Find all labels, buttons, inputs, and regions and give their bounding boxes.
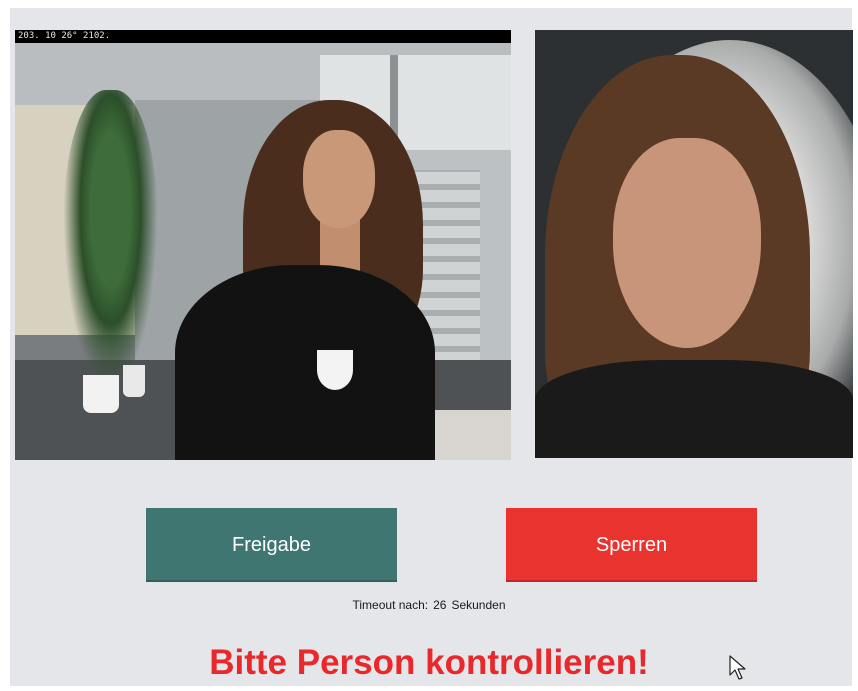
- scene-desk: [425, 410, 511, 460]
- timeout-label: Timeout nach:: [352, 598, 429, 612]
- scene-plant: [63, 90, 158, 390]
- scene-plant-pot-2: [123, 365, 145, 397]
- timeout-seconds: 26: [433, 598, 447, 612]
- live-camera-view: 203. 10 26° 2102.: [15, 30, 511, 460]
- person-shirt: [317, 350, 353, 390]
- photo-face: [613, 138, 761, 348]
- mouse-pointer-icon: [729, 655, 746, 680]
- camera-timestamp: 203. 10 26° 2102.: [15, 30, 511, 43]
- person-jacket: [175, 265, 435, 460]
- reference-photo: [535, 30, 853, 458]
- approve-button[interactable]: Freigabe: [146, 508, 397, 582]
- photo-body: [535, 360, 853, 458]
- timeout-notice: Timeout nach: 26 Sekunden: [0, 598, 858, 612]
- timeout-unit: Sekunden: [451, 598, 506, 612]
- scene-plant-pot: [83, 375, 119, 413]
- lock-button[interactable]: Sperren: [506, 508, 757, 582]
- person-face: [303, 130, 375, 228]
